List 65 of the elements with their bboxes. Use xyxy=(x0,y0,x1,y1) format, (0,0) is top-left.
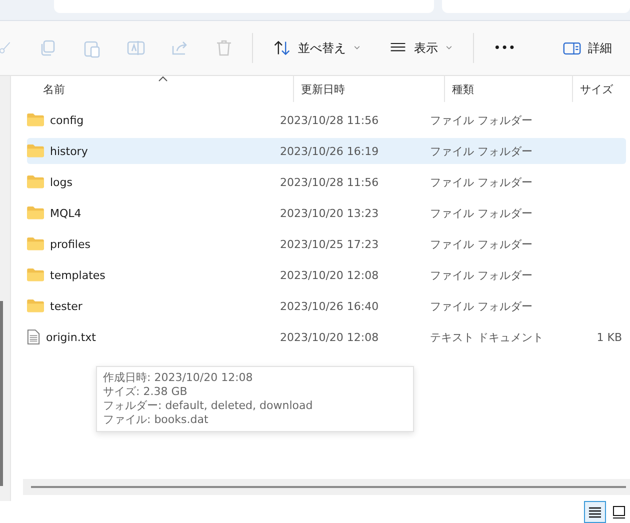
file-type: ファイル フォルダー xyxy=(430,298,532,314)
column-header[interactable]: 名前 xyxy=(23,76,294,102)
scrollbar-thumb[interactable] xyxy=(0,301,3,486)
list-icon xyxy=(588,505,602,519)
details-button[interactable]: 詳細 xyxy=(561,36,614,60)
folder-icon xyxy=(27,237,44,251)
tooltip-line: 作成日時: 2023/10/20 12:08 xyxy=(103,371,253,385)
file-name: logs xyxy=(50,176,72,188)
file-size: 1 KB xyxy=(596,330,622,344)
modified-date: 2023/10/20 12:08 xyxy=(280,268,379,282)
file-type: ファイル フォルダー xyxy=(430,144,532,158)
modified-date: 2023/10/28 11:56 xyxy=(280,114,379,126)
chevron-icon xyxy=(353,44,361,52)
tooltip-line: ファイル: books.dat xyxy=(103,413,208,427)
folder-icon xyxy=(27,206,44,220)
modified-date: 2023/10/28 11:56 xyxy=(280,176,379,188)
modified-date: 2023/10/26 16:40 xyxy=(280,300,379,312)
folder-icon xyxy=(27,175,44,189)
file-name: profiles xyxy=(50,238,90,250)
file-type: ファイル フォルダー xyxy=(430,268,532,282)
sort-caret-icon xyxy=(158,76,168,82)
rename-icon[interactable] xyxy=(126,38,146,58)
file-row[interactable]: profiles 2023/10/25 17:23 ファイル フォルダー xyxy=(27,231,626,257)
file-type: ファイル フォルダー xyxy=(430,174,532,190)
modified-date: 2023/10/20 13:23 xyxy=(280,206,379,220)
modified-date: 2023/10/26 16:19 xyxy=(280,144,379,158)
file-type: ファイル フォルダー xyxy=(430,206,532,220)
modified-date: 2023/10/25 17:23 xyxy=(280,238,379,250)
file-name: config xyxy=(50,114,84,126)
folder-icon xyxy=(27,268,44,282)
sort-arrows-icon xyxy=(273,39,291,57)
file-name: origin.txt xyxy=(46,330,96,344)
file-row[interactable]: config 2023/10/28 11:56 ファイル フォルダー xyxy=(27,107,626,133)
column-header[interactable]: 更新日時 xyxy=(294,76,445,102)
file-row[interactable]: tester 2023/10/26 16:40 ファイル フォルダー xyxy=(27,293,626,319)
modified-date: 2023/10/20 12:08 xyxy=(280,330,379,344)
file-row[interactable]: logs 2023/10/28 11:56 ファイル フォルダー xyxy=(27,169,626,195)
folder-icon xyxy=(27,113,44,127)
file-type: ファイル フォルダー xyxy=(430,236,532,252)
chevron-icon xyxy=(445,44,453,52)
scrollbar-thumb[interactable] xyxy=(31,486,626,488)
tile-icon xyxy=(612,505,626,519)
file-name: tester xyxy=(50,300,82,312)
column-header[interactable]: サイズ xyxy=(573,76,630,102)
folder-icon xyxy=(27,144,44,158)
file-name: templates xyxy=(50,268,106,282)
tooltip-line: フォルダー: default, deleted, download xyxy=(103,399,313,413)
more-button[interactable]: ••• xyxy=(492,38,518,58)
file-row[interactable]: history 2023/10/26 16:19 ファイル フォルダー xyxy=(27,138,626,164)
file-name: history xyxy=(50,144,88,158)
details-view-button[interactable] xyxy=(584,501,606,523)
file-type: ファイル フォルダー xyxy=(430,112,532,128)
column-header[interactable]: 種類 xyxy=(445,76,573,102)
tooltip-line: サイズ: 2.38 GB xyxy=(103,385,188,399)
file-name: MQL4 xyxy=(50,206,82,220)
folder-icon xyxy=(27,299,44,313)
text-file-icon xyxy=(27,329,40,345)
view-button[interactable]: 表示 xyxy=(387,35,455,61)
file-row[interactable]: MQL4 2023/10/20 13:23 ファイル フォルダー xyxy=(27,200,626,226)
details-pane-icon xyxy=(563,40,581,56)
sort-button[interactable]: 並べ替え xyxy=(271,35,363,61)
file-row[interactable]: origin.txt 2023/10/20 12:08 テキスト ドキュメント 1 KB xyxy=(27,324,626,350)
trash-icon[interactable] xyxy=(214,38,234,58)
file-row[interactable]: templates 2023/10/20 12:08 ファイル フォルダー xyxy=(27,262,626,288)
file-type: テキスト ドキュメント xyxy=(430,330,544,344)
